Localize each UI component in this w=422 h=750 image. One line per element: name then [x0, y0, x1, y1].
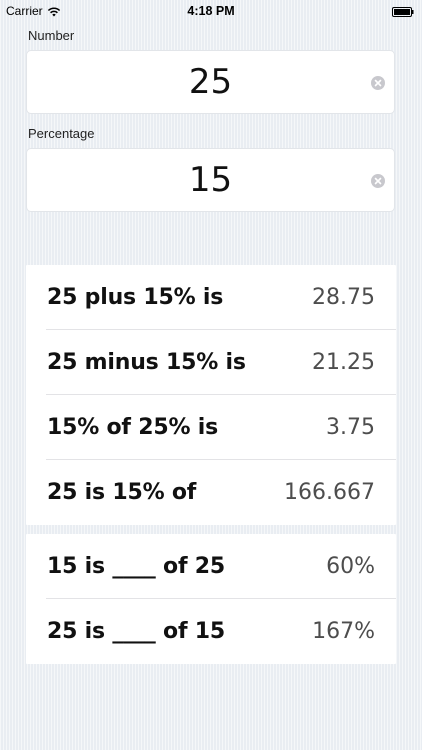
number-value[interactable]: 25 — [27, 51, 394, 113]
clear-icon[interactable] — [371, 76, 385, 90]
clear-icon[interactable] — [371, 174, 385, 188]
result-value: 166.667 — [284, 480, 375, 505]
ratio-value: 60% — [326, 554, 375, 579]
result-label: 25 minus 15% is — [47, 350, 246, 375]
battery-icon — [392, 6, 414, 17]
ratio-label: 25 is ____ of 15 — [47, 619, 225, 644]
percentage-value[interactable]: 15 — [27, 149, 394, 211]
ratio-label: 15 is ____ of 25 — [47, 554, 225, 579]
result-label: 25 plus 15% is — [47, 285, 224, 310]
status-time: 4:18 PM — [187, 4, 235, 18]
ratio-row: 25 is ____ of 15 167% — [26, 599, 396, 664]
number-label: Number — [28, 28, 75, 43]
result-value: 21.25 — [312, 350, 375, 375]
result-label: 25 is 15% of — [47, 480, 197, 505]
result-value: 28.75 — [312, 285, 375, 310]
result-row: 25 plus 15% is 28.75 — [26, 265, 396, 330]
result-row: 15% of 25% is 3.75 — [26, 395, 396, 460]
percentage-field[interactable]: 15 — [26, 148, 395, 212]
ratio-card: 15 is ____ of 25 60% 25 is ____ of 15 16… — [26, 534, 396, 664]
results-card: 25 plus 15% is 28.75 25 minus 15% is 21.… — [26, 265, 396, 525]
percentage-label: Percentage — [28, 126, 95, 141]
ratio-value: 167% — [312, 619, 375, 644]
result-value: 3.75 — [326, 415, 375, 440]
ratio-row: 15 is ____ of 25 60% — [26, 534, 396, 599]
number-field[interactable]: 25 — [26, 50, 395, 114]
result-label: 15% of 25% is — [47, 415, 219, 440]
status-bar: Carrier 4:18 PM — [0, 0, 422, 22]
result-row: 25 minus 15% is 21.25 — [26, 330, 396, 395]
result-row: 25 is 15% of 166.667 — [26, 460, 396, 525]
